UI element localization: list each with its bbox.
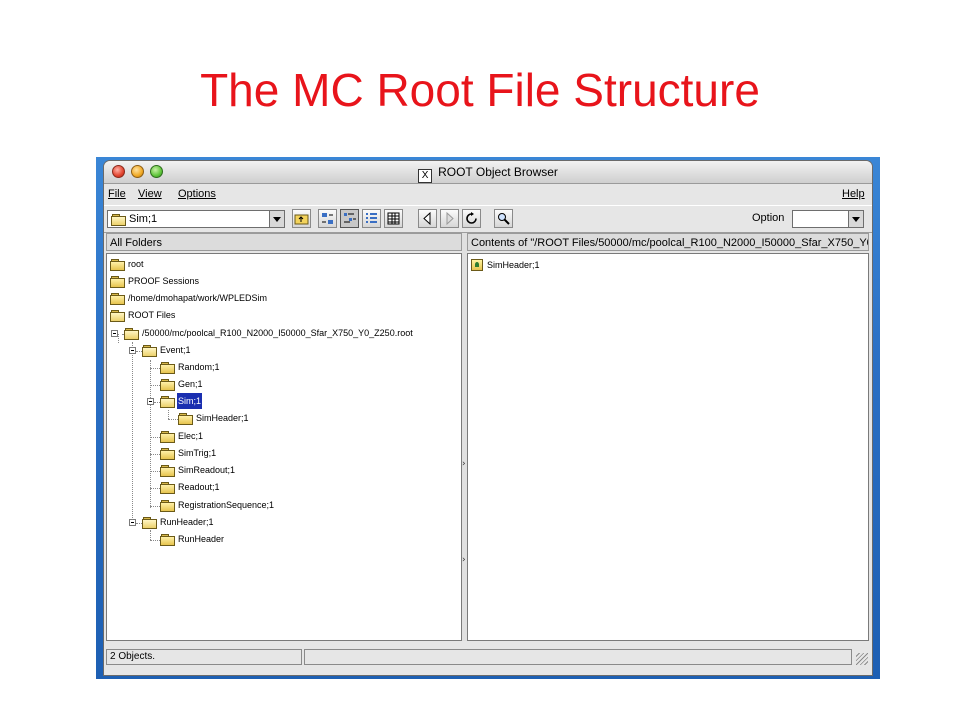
tree-item-label: SimHeader;1 [196, 413, 249, 423]
status-bar: 2 Objects. [104, 643, 872, 675]
status-object-count: 2 Objects. [106, 649, 302, 665]
menu-view[interactable]: View [138, 188, 162, 200]
folder-icon [160, 448, 175, 460]
tree-item-label: Event;1 [160, 345, 191, 355]
tree-item-label: SimTrig;1 [178, 448, 217, 458]
tree-item-label: Random;1 [178, 362, 220, 372]
details-view-icon [387, 212, 400, 225]
find-button[interactable] [494, 209, 513, 228]
tree-item-label: RunHeader;1 [160, 517, 214, 527]
refresh-button[interactable] [462, 209, 481, 228]
folder-icon [110, 293, 125, 305]
open-folder-icon [142, 517, 157, 529]
folder-icon [110, 259, 125, 271]
status-message [304, 649, 852, 665]
close-window-button[interactable] [112, 165, 125, 178]
menu-view-label: View [138, 188, 162, 200]
all-folders-header: All Folders [106, 233, 462, 251]
open-folder-icon [142, 345, 157, 357]
folder-icon [160, 534, 175, 546]
magnifier-icon [498, 213, 510, 225]
collapse-toggle[interactable] [147, 398, 154, 405]
open-folder-icon [111, 214, 126, 226]
open-folder-icon [110, 310, 125, 322]
contents-header: Contents of "/ROOT Files/50000/mc/poolca… [467, 233, 869, 251]
refresh-icon [466, 212, 477, 224]
content-item-label: SimHeader;1 [487, 260, 540, 270]
folder-icon [160, 431, 175, 443]
tree-item-label: Readout;1 [178, 482, 220, 492]
x11-icon: X [418, 169, 433, 183]
menu-help[interactable]: Help [842, 188, 865, 200]
path-combobox[interactable]: Sim;1 [107, 210, 285, 228]
tree-item-label: Gen;1 [178, 379, 203, 389]
path-combobox-value: Sim;1 [129, 213, 158, 225]
folder-icon [110, 276, 125, 288]
leaf-object-icon [471, 259, 483, 271]
menu-options[interactable]: Options [178, 188, 216, 200]
chevron-down-icon[interactable] [269, 211, 284, 227]
collapse-toggle[interactable] [111, 330, 118, 337]
folder-tree[interactable]: root PROOF Sessions /home/dmohapat/work/… [106, 253, 462, 641]
tree-item-label: ROOT Files [128, 310, 176, 320]
tree-item-label: /50000/mc/poolcal_R100_N2000_I50000_Sfar… [142, 328, 413, 338]
collapse-arrow-icon[interactable]: › [462, 459, 466, 469]
tree-item-label: /home/dmohapat/work/WPLEDSim [128, 293, 268, 303]
parent-folder-button[interactable] [292, 209, 311, 228]
chevron-down-icon[interactable] [848, 211, 863, 227]
slide-title: The MC Root File Structure [200, 64, 760, 116]
folder-icon [160, 465, 175, 477]
folder-icon [178, 413, 193, 425]
tree-item-label: PROOF Sessions [128, 276, 200, 286]
folder-up-icon [294, 214, 309, 225]
menu-help-label: Help [842, 188, 865, 200]
folder-icon [160, 500, 175, 512]
root-object-browser-window: X ROOT Object Browser File View Options H… [104, 161, 872, 675]
resize-grip-icon[interactable] [856, 653, 868, 665]
large-icons-button[interactable] [318, 209, 337, 228]
tree-item-label: Elec;1 [178, 431, 204, 441]
folder-icon [160, 362, 175, 374]
details-view-button[interactable] [384, 209, 403, 228]
desktop-background: X ROOT Object Browser File View Options H… [96, 157, 880, 679]
window-title-wrap: X ROOT Object Browser [104, 161, 872, 183]
option-label: Option [752, 212, 785, 224]
open-folder-icon [160, 396, 175, 408]
collapse-arrow-icon[interactable]: › [462, 555, 466, 565]
large-icons-icon [322, 213, 333, 224]
tree-item-label-selected: Sim;1 [177, 393, 203, 409]
arrow-left-icon [423, 211, 431, 226]
toolbar: Sim;1 Option [104, 205, 872, 233]
collapse-toggle[interactable] [129, 519, 136, 526]
small-icons-icon [344, 213, 356, 223]
small-icons-button[interactable] [340, 209, 359, 228]
contents-list[interactable]: SimHeader;1 [467, 253, 869, 641]
minimize-window-button[interactable] [131, 165, 144, 178]
title-bar[interactable]: X ROOT Object Browser [104, 161, 872, 184]
list-view-button[interactable] [362, 209, 381, 228]
open-folder-icon [124, 328, 139, 340]
back-button[interactable] [418, 209, 437, 228]
forward-button[interactable] [440, 209, 459, 228]
menu-options-label: Options [178, 188, 216, 200]
option-combobox[interactable] [792, 210, 864, 228]
collapse-toggle[interactable] [129, 347, 136, 354]
folder-icon [160, 482, 175, 494]
list-view-icon [366, 213, 377, 223]
arrow-right-icon [446, 211, 454, 226]
folder-icon [160, 379, 175, 391]
menu-bar: File View Options Help [104, 184, 872, 204]
tree-item-label: RegistrationSequence;1 [178, 500, 275, 510]
window-title: ROOT Object Browser [438, 165, 558, 179]
zoom-window-button[interactable] [150, 165, 163, 178]
tree-item-label: SimReadout;1 [178, 465, 236, 475]
tree-item-label: RunHeader [178, 534, 225, 544]
menu-file-label: File [108, 188, 126, 200]
tree-item-label: root [128, 259, 144, 269]
menu-file[interactable]: File [108, 188, 126, 200]
